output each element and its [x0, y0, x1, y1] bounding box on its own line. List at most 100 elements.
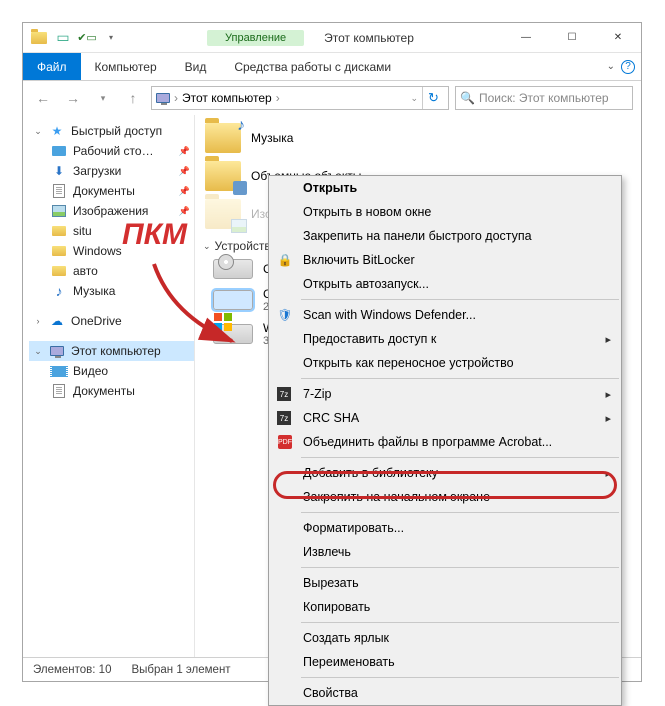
context-menu: Открыть Открыть в новом окне Закрепить н… — [268, 175, 622, 706]
menu-separator — [301, 567, 619, 568]
sidebar-item-windows[interactable]: Windows — [29, 241, 194, 261]
line-icon[interactable]: ▭ — [53, 28, 73, 48]
address-row: ← → ▾ ↑ › Этот компьютер › ⌄ ↻ 🔍 Поиск: … — [23, 81, 641, 115]
address-bar[interactable]: › Этот компьютер › ⌄ ↻ — [151, 86, 449, 110]
sidebar-item-situ[interactable]: situ — [29, 221, 194, 241]
sidebar-item-documents2[interactable]: Документы — [29, 381, 194, 401]
thispc-icon — [49, 343, 65, 359]
quick-access-node[interactable]: ⌄★Быстрый доступ — [29, 121, 194, 141]
ribbon-expand-icon[interactable]: ⌄ — [607, 61, 615, 72]
menu-item-copy[interactable]: Копировать — [269, 595, 621, 619]
star-icon: ★ — [49, 123, 65, 139]
document-icon — [51, 183, 67, 199]
onedrive-icon: ☁ — [49, 313, 65, 329]
menu-item-rename[interactable]: Переименовать — [269, 650, 621, 674]
bitlocker-icon: 🔒 — [277, 252, 293, 268]
cd-drive-icon — [213, 259, 253, 279]
downloads-icon: ⬇ — [51, 163, 67, 179]
pin-icon: 📌 — [179, 186, 190, 197]
menu-item-create-shortcut[interactable]: Создать ярлык — [269, 626, 621, 650]
folder-icon — [29, 28, 49, 48]
folder-item-music[interactable]: Музыка — [203, 119, 633, 157]
chevron-down-icon: ⌄ — [203, 241, 211, 252]
menu-item-defender[interactable]: 🛡Scan with Windows Defender... — [269, 303, 621, 327]
folder-icon — [51, 243, 67, 259]
menu-item-bitlocker[interactable]: 🔒Включить BitLocker — [269, 248, 621, 272]
menu-item-crc-sha[interactable]: 7zCRC SHA — [269, 406, 621, 430]
menu-item-pin-quick-access[interactable]: Закрепить на панели быстрого доступа — [269, 224, 621, 248]
refresh-button[interactable]: ↻ — [422, 87, 444, 109]
sidebar-item-desktop[interactable]: Рабочий сто…📌 — [29, 141, 194, 161]
address-dropdown-icon[interactable]: ⌄ — [410, 93, 418, 104]
breadcrumb-thispc[interactable]: Этот компьютер — [182, 91, 272, 105]
menu-item-open-new-window[interactable]: Открыть в новом окне — [269, 200, 621, 224]
menu-item-cut[interactable]: Вырезать — [269, 571, 621, 595]
document-icon — [51, 383, 67, 399]
management-contextual-tab[interactable]: Управление — [207, 30, 304, 46]
crc-icon: 7z — [277, 411, 291, 425]
pin-icon: 📌 — [179, 146, 190, 157]
back-button[interactable]: ← — [31, 86, 55, 110]
quick-access-toolbar: ▭ ✔▭ ▾ — [23, 28, 127, 48]
menu-item-add-library[interactable]: Добавить в библиотеку — [269, 461, 621, 485]
menu-item-properties[interactable]: Свойства — [269, 681, 621, 705]
status-elements-count: Элементов: 10 — [33, 664, 111, 676]
menu-item-7zip[interactable]: 7z7-Zip — [269, 382, 621, 406]
menu-separator — [301, 677, 619, 678]
shield-icon: 🛡 — [277, 307, 293, 323]
sidebar-item-videos[interactable]: Видео — [29, 361, 194, 381]
search-input[interactable]: 🔍 Поиск: Этот компьютер — [455, 86, 633, 110]
menu-item-open[interactable]: Открыть — [269, 176, 621, 200]
menu-item-acrobat-combine[interactable]: PDFОбъединить файлы в программе Acrobat.… — [269, 430, 621, 454]
menu-item-give-access[interactable]: Предоставить доступ к — [269, 327, 621, 351]
ribbon: Файл Компьютер Вид Средства работы с дис… — [23, 53, 641, 81]
sidebar-item-music[interactable]: ♪Музыка — [29, 281, 194, 301]
menu-separator — [301, 512, 619, 513]
pictures-icon — [51, 203, 67, 219]
menu-item-portable-device[interactable]: Открыть как переносное устройство — [269, 351, 621, 375]
menu-separator — [301, 299, 619, 300]
up-button[interactable]: ↑ — [121, 86, 145, 110]
menu-item-format[interactable]: Форматировать... — [269, 516, 621, 540]
properties-icon[interactable]: ✔▭ — [77, 28, 97, 48]
drive-tools-tab[interactable]: Средства работы с дисками — [220, 53, 405, 80]
minimize-button[interactable]: — — [503, 23, 549, 53]
pin-icon: 📌 — [179, 206, 190, 217]
sidebar-item-downloads[interactable]: ⬇Загрузки📌 — [29, 161, 194, 181]
file-tab[interactable]: Файл — [23, 53, 81, 80]
desktop-icon — [51, 143, 67, 159]
thispc-icon — [156, 93, 170, 103]
sidebar-item-pictures[interactable]: Изображения📌 — [29, 201, 194, 221]
close-button[interactable]: ✕ — [595, 23, 641, 53]
pin-icon: 📌 — [179, 166, 190, 177]
sidebar-item-auto[interactable]: авто — [29, 261, 194, 281]
folder-icon — [51, 223, 67, 239]
onedrive-node[interactable]: ›☁OneDrive — [29, 311, 194, 331]
sidebar-item-documents[interactable]: Документы📌 — [29, 181, 194, 201]
computer-tab[interactable]: Компьютер — [81, 53, 171, 80]
navigation-pane: ⌄★Быстрый доступ Рабочий сто…📌 ⬇Загрузки… — [23, 115, 195, 657]
window-title: Этот компьютер — [324, 31, 414, 45]
search-placeholder: Поиск: Этот компьютер — [479, 91, 609, 105]
menu-separator — [301, 457, 619, 458]
maximize-button[interactable]: ☐ — [549, 23, 595, 53]
menu-item-eject[interactable]: Извлечь — [269, 540, 621, 564]
forward-button[interactable]: → — [61, 86, 85, 110]
status-selected-count: Выбран 1 элемент — [131, 664, 230, 676]
windows-drive-icon — [213, 324, 253, 344]
menu-separator — [301, 622, 619, 623]
pictures-folder-icon — [205, 199, 241, 229]
chevron-right-icon[interactable]: › — [276, 91, 280, 105]
view-tab[interactable]: Вид — [171, 53, 221, 80]
qat-dropdown-icon[interactable]: ▾ — [101, 28, 121, 48]
menu-item-pin-start[interactable]: Закрепить на начальном экране — [269, 485, 621, 509]
menu-item-autoplay[interactable]: Открыть автозапуск... — [269, 272, 621, 296]
music-folder-icon — [205, 123, 241, 153]
folder-icon — [51, 263, 67, 279]
titlebar: ▭ ✔▭ ▾ Управление Этот компьютер — ☐ ✕ — [23, 23, 641, 53]
7zip-icon: 7z — [277, 387, 291, 401]
thispc-node[interactable]: ⌄Этот компьютер — [29, 341, 194, 361]
chevron-right-icon[interactable]: › — [174, 91, 178, 105]
recent-dropdown[interactable]: ▾ — [91, 86, 115, 110]
help-icon[interactable]: ? — [621, 60, 635, 74]
